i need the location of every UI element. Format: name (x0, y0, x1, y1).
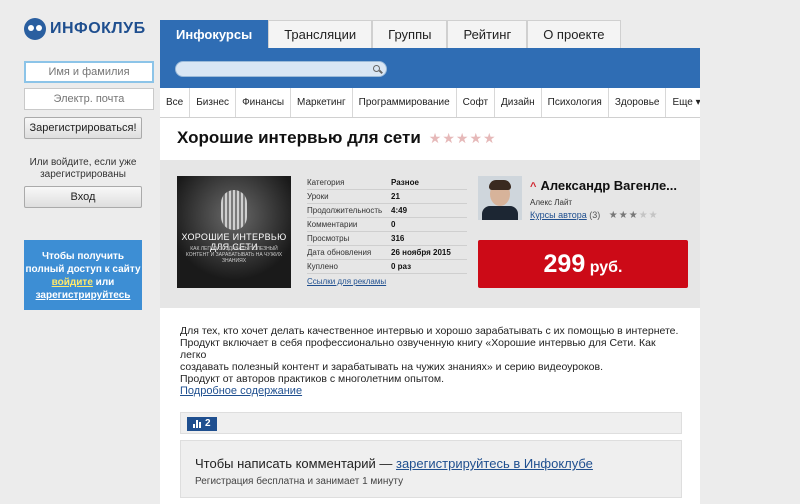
title-row: Хорошие интервью для сети ★★★★★ (177, 128, 497, 148)
star-icon: ★ (618, 210, 629, 221)
name-field[interactable] (24, 61, 154, 83)
microphone-icon (221, 190, 247, 230)
logo[interactable]: ИНФОКЛУБ (24, 18, 146, 40)
chevron-up-icon: ^ (530, 181, 537, 193)
category-item[interactable]: Маркетинг (291, 88, 353, 117)
comment-sub: Регистрация бесплатна и занимает 1 минут… (195, 476, 404, 487)
login-button[interactable]: Вход (24, 186, 142, 208)
meta-key: Дата обновления (307, 248, 372, 257)
sidebar: ИНФОКЛУБ Зарегистрироваться! Или войдите… (0, 0, 160, 504)
meta-value: 0 (391, 220, 396, 229)
category-bar: Все Бизнес Финансы Маркетинг Программировани… (160, 88, 708, 118)
ad-links[interactable]: Ссылки для рекламы (307, 277, 467, 286)
meta-key: Уроки (307, 192, 329, 201)
stats-count: 2 (205, 418, 211, 429)
meta-value: Разное (391, 178, 419, 187)
category-item[interactable]: Софт (457, 88, 496, 117)
promo-login-link[interactable]: войдите (52, 277, 93, 288)
course-description: Для тех, кто хочет делать качественное и… (180, 325, 680, 385)
author-courses-count: (3) (589, 210, 601, 220)
category-item[interactable]: Здоровье (609, 88, 667, 117)
comment-register-link[interactable]: зарегистрируйтесь в Инфоклубе (396, 456, 593, 471)
meta-key: Просмотры (307, 234, 350, 243)
course-meta: Категория Разное Уроки 21 Продолжительность 4… (307, 176, 467, 286)
meta-key: Категория (307, 178, 345, 187)
right-gutter (700, 0, 800, 504)
star-icon: ★ (628, 210, 639, 221)
meta-value: 21 (391, 192, 400, 201)
meta-row: Уроки 21 (307, 190, 467, 204)
buy-button[interactable]: 299 руб. (478, 240, 688, 288)
meta-row: Продолжительность 4:49 (307, 204, 467, 218)
description-line: Продукт от авторов практиков с многолетн… (180, 373, 445, 385)
main-content: Инфокурсы Трансляции Группы Рейтинг О проект… (160, 0, 708, 504)
cover-subtitle: КАК ЛЕГКО СОЗДАВАТЬ ПОЛЕЗНЫЙ КОНТЕНТ И З… (185, 246, 283, 264)
meta-key: Куплено (307, 262, 338, 271)
access-promo: Чтобы получить полный доступ к сайту вой… (24, 240, 142, 310)
meta-row: Категория Разное (307, 176, 467, 190)
promo-or: или (95, 277, 115, 288)
category-item[interactable]: Дизайн (495, 88, 542, 117)
promo-register-link[interactable]: зарегистрируйтесь (36, 290, 131, 301)
meta-row: Просмотры 316 (307, 232, 467, 246)
meta-value: 316 (391, 234, 405, 243)
course-cover[interactable]: ХОРОШИЕ ИНТЕРВЬЮ ДЛЯ СЕТИ КАК ЛЕГКО СОЗД… (177, 176, 291, 288)
email-field[interactable] (24, 88, 154, 110)
meta-row: Комментарии 0 (307, 218, 467, 232)
bar-chart-icon (193, 420, 201, 428)
description-line: создавать полезный контент и зарабатыват… (180, 361, 604, 373)
star-icon: ★ (648, 210, 659, 221)
author-name[interactable]: ^ Александр Вагенле... (530, 178, 686, 193)
author-alias: Алекс Лайт (530, 198, 573, 207)
tab-2[interactable]: Группы (372, 20, 448, 48)
meta-value: 26 ноября 2015 (391, 248, 451, 257)
category-item[interactable]: Психология (542, 88, 609, 117)
tab-3[interactable]: Рейтинг (447, 20, 528, 48)
tab-0[interactable]: Инфокурсы (160, 20, 269, 48)
promo-text: Чтобы получить полный доступ к сайту (25, 251, 141, 275)
login-hint: Или войдите, если уже зарегистрированы (29, 157, 137, 180)
category-item[interactable]: Финансы (236, 88, 292, 117)
meta-row: Куплено 0 раз (307, 260, 467, 274)
meta-value: 4:49 (391, 206, 408, 215)
search-input[interactable] (175, 61, 387, 77)
comment-box: Чтобы написать комментарий — зарегистрир… (180, 440, 682, 498)
description-line: Продукт включает в себя профессионально … (180, 337, 656, 361)
nav-tabs: Инфокурсы Трансляции Группы Рейтинг О проект… (160, 20, 621, 48)
category-item[interactable]: Все (160, 88, 191, 117)
search-band (160, 48, 700, 88)
course-info: ХОРОШИЕ ИНТЕРВЬЮ ДЛЯ СЕТИ КАК ЛЕГКО СОЗД… (160, 160, 700, 308)
tab-1[interactable]: Трансляции (268, 20, 373, 48)
page-title: Хорошие интервью для сети (177, 128, 421, 147)
stats-badge[interactable]: 2 (187, 417, 217, 431)
avatar[interactable] (478, 176, 522, 220)
logo-text: ИНФОКЛУБ (50, 20, 146, 37)
star-icon: ★ (638, 210, 649, 221)
search-icon[interactable] (373, 65, 380, 72)
meta-key: Комментарии (307, 220, 358, 229)
rating-stars[interactable]: ★★★★★ (429, 130, 497, 147)
price-currency: руб. (589, 259, 623, 276)
category-item[interactable]: Программирование (353, 88, 457, 117)
meta-row: Дата обновления 26 ноября 2015 (307, 246, 467, 260)
tab-4[interactable]: О проекте (527, 20, 621, 48)
top-nav: Инфокурсы Трансляции Группы Рейтинг О проект… (160, 0, 700, 48)
stats-bar: 2 (180, 412, 682, 434)
meta-value: 0 раз (391, 262, 412, 271)
category-item[interactable]: Бизнес (190, 88, 237, 117)
author-courses-link[interactable]: Курсы автора (530, 210, 587, 220)
author-rating-stars: ★★★★★ (609, 210, 659, 221)
comment-prompt: Чтобы написать комментарий — зарегистрир… (195, 456, 593, 471)
star-icon: ★ (608, 210, 619, 221)
owl-logo-icon (24, 18, 46, 40)
price-value: 299 (543, 250, 586, 278)
author-courses: Курсы автора (3) ★★★★★ (530, 210, 659, 221)
toc-link[interactable]: Подробное содержание (180, 385, 302, 397)
description-line: Для тех, кто хочет делать качественное и… (180, 325, 679, 337)
meta-key: Продолжительность (307, 206, 383, 215)
register-button[interactable]: Зарегистрироваться! (24, 117, 142, 139)
